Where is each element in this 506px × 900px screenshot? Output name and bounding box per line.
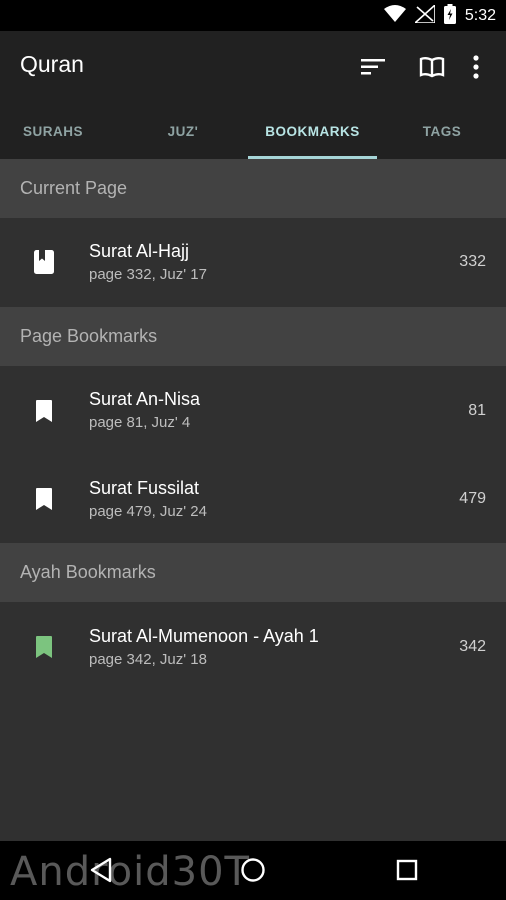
list-item-title: Surat Al-Hajj: [89, 240, 190, 261]
section-header-ayah-bookmarks: Ayah Bookmarks: [0, 543, 506, 602]
book-icon[interactable]: [418, 53, 446, 81]
list-item-subtitle: page 342, Juz' 18: [89, 650, 207, 668]
list-item-text: Surat Fussilat page 479, Juz' 24: [89, 477, 207, 522]
list-item-title: Surat Al-Mumenoon - Ayah 1: [89, 625, 319, 646]
status-icons: 5:32: [383, 2, 496, 29]
sort-icon[interactable]: [359, 53, 387, 81]
signal-icon: [412, 2, 436, 28]
page-number: 81: [468, 401, 486, 419]
list-item[interactable]: Surat Fussilat page 479, Juz' 24 479: [0, 455, 506, 543]
battery-icon: [443, 3, 456, 29]
list-item-subtitle: page 479, Juz' 24: [89, 502, 207, 520]
section-header-page-bookmarks: Page Bookmarks: [0, 307, 506, 366]
page-number: 479: [459, 490, 486, 507]
watermark: Android30T: [10, 849, 250, 895]
ayah-bookmark-icon: [33, 634, 55, 660]
list-item-text: Surat An-Nisa page 81, Juz' 4: [89, 388, 200, 433]
tab-tags[interactable]: TAGS: [378, 103, 506, 159]
page-number: 342: [459, 638, 486, 655]
list-item-title: Surat An-Nisa: [89, 389, 201, 409]
navigation-bar: Android30T: [0, 841, 506, 900]
list-item-subtitle: page 81, Juz' 4: [89, 414, 191, 431]
section-header-current-page: Current Page: [0, 159, 506, 218]
tab-bar: SURAHS JUZ' BOOKMARKS TAGS: [0, 103, 506, 159]
recents-icon[interactable]: [392, 855, 422, 885]
tab-bookmarks[interactable]: BOOKMARKS: [248, 103, 377, 159]
current-page-icon: [33, 249, 55, 275]
clock-time: 5:32: [464, 7, 496, 24]
home-icon[interactable]: [238, 855, 268, 885]
back-icon[interactable]: [86, 855, 116, 885]
more-vert-icon[interactable]: [462, 53, 490, 81]
bookmarks-list: Current Page Surat Al-Hajj page 332, Juz…: [0, 159, 506, 841]
list-item-subtitle: page 332, Juz' 17: [89, 265, 207, 283]
tab-surahs[interactable]: SURAHS: [0, 103, 106, 159]
list-item-title: Surat Fussilat: [89, 477, 200, 498]
app-bar: Quran SURAHS JUZ' BOOKMARKS TAGS: [0, 31, 506, 159]
app-title: Quran: [20, 51, 84, 77]
wifi-icon: [383, 4, 406, 28]
page-number: 332: [459, 253, 486, 270]
list-item[interactable]: Surat An-Nisa page 81, Juz' 4 81: [0, 366, 506, 455]
list-item-text: Surat Al-Hajj page 332, Juz' 17: [89, 240, 207, 285]
list-item-text: Surat Al-Mumenoon - Ayah 1 page 342, Juz…: [89, 625, 319, 670]
bookmark-icon: [33, 486, 55, 512]
tab-juz[interactable]: JUZ': [120, 103, 246, 159]
bookmark-icon: [33, 398, 55, 424]
list-item[interactable]: Surat Al-Hajj page 332, Juz' 17 332: [0, 218, 506, 306]
status-bar: 5:32: [0, 0, 506, 31]
list-item[interactable]: Surat Al-Mumenoon - Ayah 1 page 342, Juz…: [0, 602, 506, 692]
